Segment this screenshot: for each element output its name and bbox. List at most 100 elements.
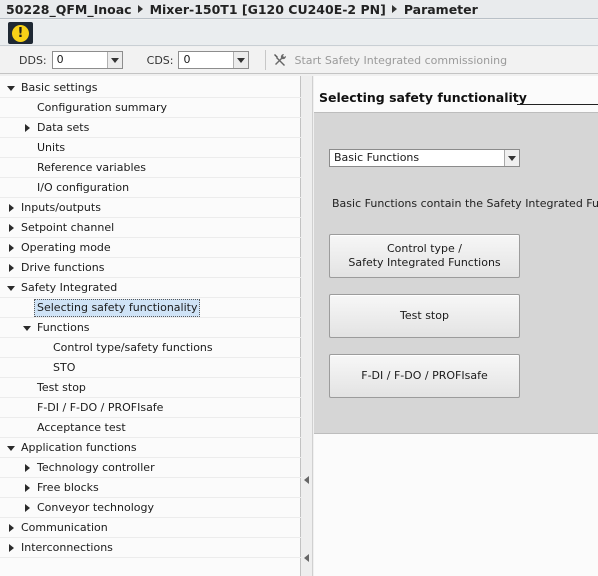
collapse-arrow-icon[interactable] [7,218,17,238]
cds-value: 0 [183,53,191,66]
tree-item-label: Data sets [37,121,90,134]
title-underline [517,104,598,105]
tree-item[interactable]: Units [0,138,301,158]
tree-item-label: I/O configuration [37,181,130,194]
tree-item-label: Communication [21,521,108,534]
function-description: Basic Functions contain the Safety Integ… [332,197,598,210]
tree-item-label: Application functions [21,441,137,454]
tree-item[interactable]: Operating mode [0,238,301,258]
collapse-left-icon[interactable] [304,476,309,484]
tree-item[interactable]: Inputs/outputs [0,198,301,218]
collapse-left-icon[interactable] [304,554,309,562]
start-safety-commissioning-button[interactable]: Start Safety Integrated commissioning [272,50,507,70]
toolbar-divider [265,50,267,70]
control-type-line2: Safety Integrated Functions [348,256,501,269]
dds-select[interactable]: 0 [51,51,123,69]
tree-item[interactable]: Communication [0,518,301,538]
tree-item-label: Operating mode [21,241,111,254]
collapse-arrow-icon[interactable] [7,258,17,278]
collapse-arrow-icon[interactable] [23,458,33,478]
tree-item-label: Configuration summary [37,101,168,114]
chevron-right-icon [391,5,397,13]
collapse-arrow-icon[interactable] [23,498,33,518]
collapse-arrow-icon[interactable] [7,238,17,258]
tree-item[interactable]: Data sets [0,118,301,138]
tree-item[interactable]: Test stop [0,378,301,398]
tree-item-label: Free blocks [37,481,99,494]
tree-item-label: Acceptance test [37,421,126,434]
expand-arrow-icon[interactable] [7,78,17,98]
tree-item-label: Reference variables [37,161,146,174]
expand-arrow-icon[interactable] [7,438,17,458]
panel-splitter[interactable] [301,76,313,576]
tree-item[interactable]: Technology controller [0,458,301,478]
tree-item[interactable]: Drive functions [0,258,301,278]
content-area: Selecting safety functionality Basic Fun… [314,76,598,576]
tree-item[interactable]: Control type/safety functions [0,338,301,358]
control-type-button-label: Control type / Safety Integrated Functio… [348,242,500,270]
safety-function-select[interactable]: Basic Functions [329,149,520,167]
collapse-arrow-icon[interactable] [23,478,33,498]
start-safety-commissioning-label: Start Safety Integrated commissioning [294,53,508,67]
test-stop-button[interactable]: Test stop [329,294,520,338]
expand-arrow-icon[interactable] [23,318,33,338]
message-bar: ! [0,20,598,46]
tree-item-label: Technology controller [37,461,155,474]
fdi-fdo-profisafe-button-label: F-DI / F-DO / PROFIsafe [361,369,488,382]
parameter-tree: Basic settings Configuration summary Data … [0,76,301,576]
tree-item-label: Control type/safety functions [53,341,213,354]
chevron-down-icon[interactable] [106,52,122,68]
tree-item[interactable]: Application functions [0,438,301,458]
safety-functionality-panel: Basic Functions Basic Functions contain … [314,112,598,434]
dds-value: 0 [56,53,64,66]
warning-icon[interactable]: ! [8,22,33,44]
tree-item[interactable]: I/O configuration [0,178,301,198]
control-type-button[interactable]: Control type / Safety Integrated Functio… [329,234,520,278]
tree-item[interactable]: Safety Integrated [0,278,301,298]
tree-item[interactable]: Interconnections [0,538,301,558]
breadcrumb-project[interactable]: 50228_QFM_Inoac [6,2,132,17]
tree-item-label: Inputs/outputs [21,201,101,214]
test-stop-button-label: Test stop [400,309,449,322]
tree-item[interactable]: Conveyor technology [0,498,301,518]
tree-item[interactable]: Configuration summary [0,98,301,118]
toolbar: DDS: 0 CDS: 0 Start Safety Integrated co… [0,47,598,74]
tree-item[interactable]: F-DI / F-DO / PROFIsafe [0,398,301,418]
dds-label: DDS: [19,53,47,67]
breadcrumb: 50228_QFM_Inoac Mixer-150T1 [G120 CU240E… [0,0,598,19]
tree-item-label: Selecting safety functionality [34,299,201,317]
chevron-down-icon[interactable] [233,52,249,68]
tree-item-label: STO [53,361,76,374]
collapse-arrow-icon[interactable] [7,198,17,218]
tree-item[interactable]: Reference variables [0,158,301,178]
tools-icon [274,53,287,66]
chevron-down-icon[interactable] [504,150,519,166]
tree-item[interactable]: Selecting safety functionality [0,298,301,318]
tree-item-label: Units [37,141,66,154]
collapse-arrow-icon[interactable] [23,118,33,138]
safety-function-value: Basic Functions [334,151,420,164]
tree-item-label: Test stop [37,381,86,394]
tree-item[interactable]: Functions [0,318,301,338]
tree-item[interactable]: STO [0,358,301,378]
cds-label: CDS: [146,53,174,67]
breadcrumb-page[interactable]: Parameter [404,2,478,17]
collapse-arrow-icon[interactable] [7,538,17,558]
tree-item[interactable]: Basic settings [0,78,301,98]
fdi-fdo-profisafe-button[interactable]: F-DI / F-DO / PROFIsafe [329,354,520,398]
tree-row-divider [0,557,301,558]
expand-arrow-icon[interactable] [7,278,17,298]
cds-select[interactable]: 0 [178,51,250,69]
tree-item[interactable]: Setpoint channel [0,218,301,238]
page-title: Selecting safety functionality [319,90,527,105]
tree-item[interactable]: Acceptance test [0,418,301,438]
tree-item-label: Drive functions [21,261,105,274]
tree-item-label: Conveyor technology [37,501,154,514]
collapse-arrow-icon[interactable] [7,518,17,538]
tree-item-label: Setpoint channel [21,221,115,234]
warning-glyph: ! [12,24,29,42]
breadcrumb-device[interactable]: Mixer-150T1 [G120 CU240E-2 PN] [150,2,386,17]
chevron-right-icon [137,5,143,13]
tree-item-label: Safety Integrated [21,281,118,294]
tree-item[interactable]: Free blocks [0,478,301,498]
